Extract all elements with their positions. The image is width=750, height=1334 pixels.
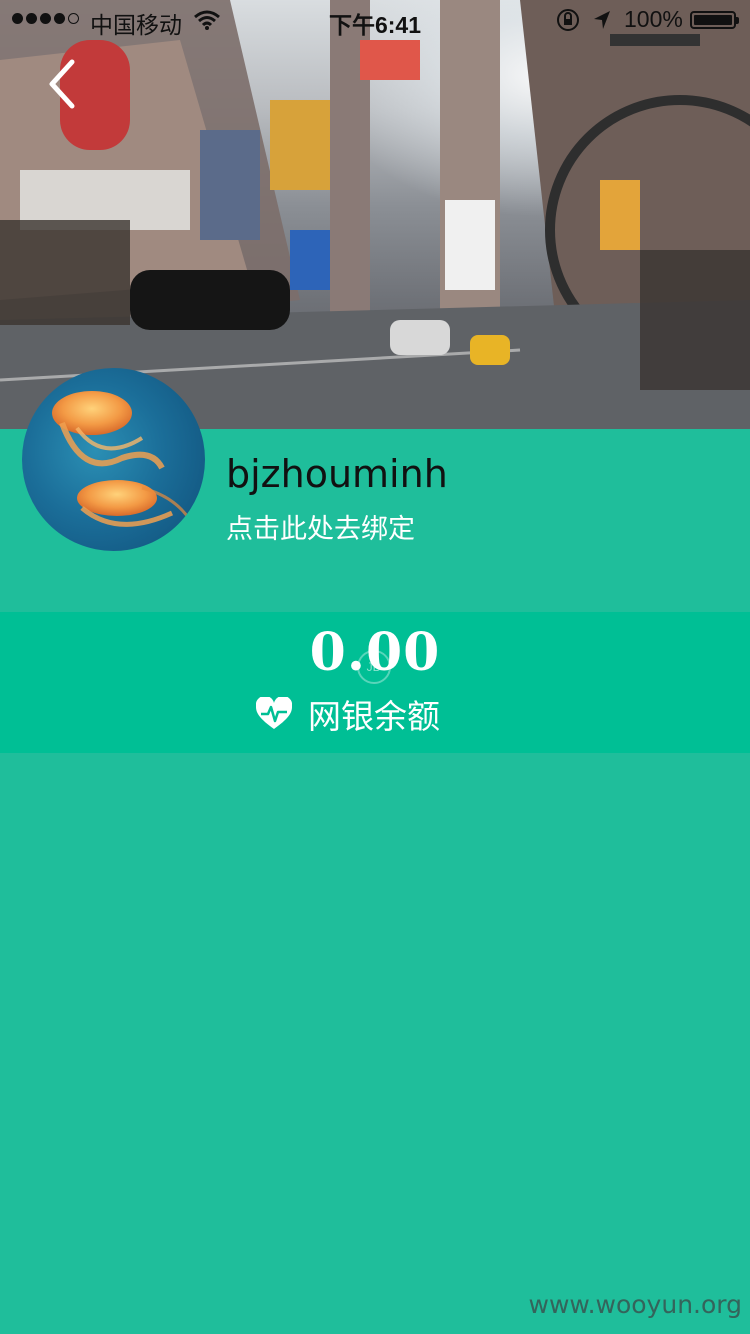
bind-account-link[interactable]: 点击此处去绑定 (226, 507, 415, 546)
balance-card[interactable]: 0.00 JD 网银余额 (0, 612, 750, 753)
status-bar: 中国移动 下午6:41 100% (0, 0, 750, 40)
balance-label-row: 网银余额 (256, 690, 440, 738)
avatar[interactable] (22, 368, 205, 551)
battery-percentage: 100% (624, 6, 683, 32)
orientation-lock-icon (556, 8, 580, 38)
battery-icon (690, 11, 739, 29)
header-background-image (0, 0, 750, 429)
location-arrow-icon (592, 9, 612, 37)
balance-label: 网银余额 (308, 697, 440, 736)
jellyfish-avatar-image (52, 391, 199, 534)
jd-badge: JD (357, 650, 391, 684)
watermark-text: www.wooyun.org (528, 1290, 742, 1319)
back-button[interactable] (30, 56, 90, 112)
username: bjzhouminh (226, 452, 448, 496)
chevron-left-icon (49, 59, 75, 109)
heart-pulse-icon (256, 697, 292, 729)
